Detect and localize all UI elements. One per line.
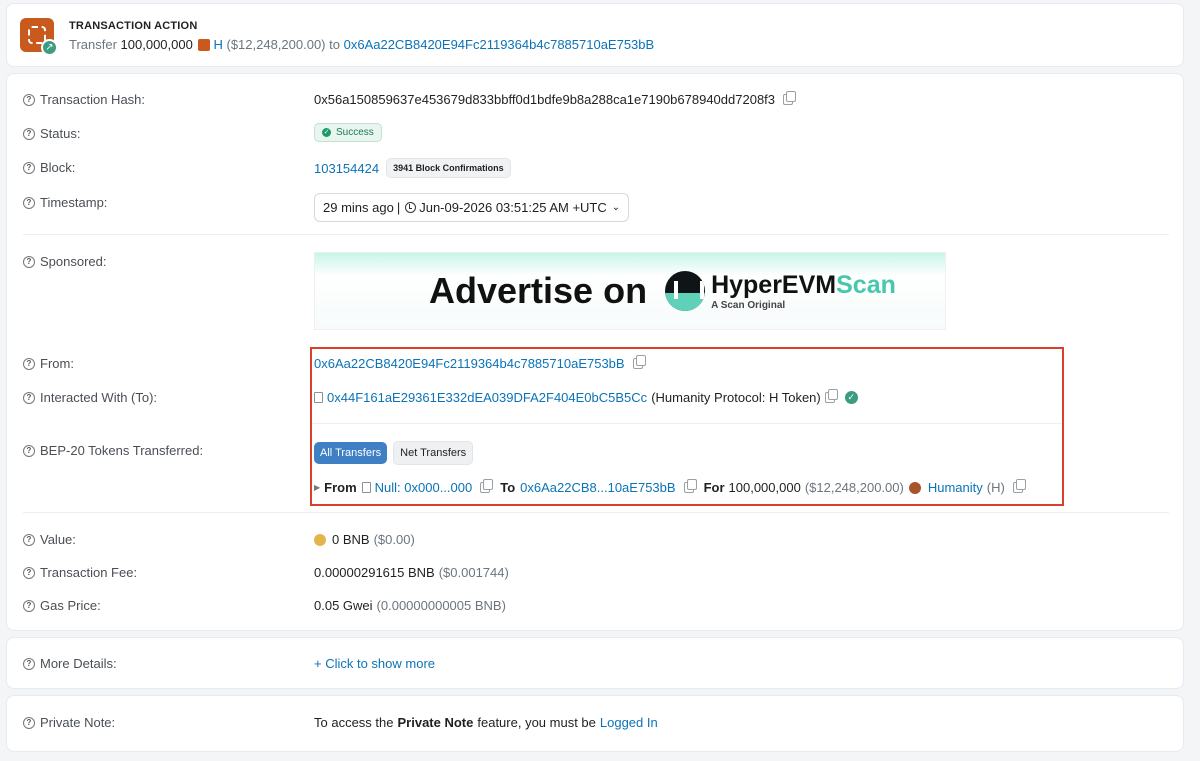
timestamp-dropdown[interactable]: 29 mins ago | Jun-09-2026 03:51:25 AM +U… [314,193,630,222]
to-label: ? Interacted With (To): [23,390,157,405]
check-circle-icon: ✓ [322,128,331,137]
help-icon[interactable]: ? [23,657,35,670]
ad-headline: Advertise on [429,270,648,311]
action-title: TRANSACTION ACTION [69,20,198,32]
block-label: ? Block: [23,160,75,175]
help-icon[interactable]: ? [23,599,35,612]
help-icon[interactable]: ? [23,255,35,268]
block-confirmations-badge: 3941 Block Confirmations [386,158,511,178]
tx-hash-value: 0x56a150859637e453679d833bbff0d1bdfe9b8a… [314,91,797,107]
clock-icon [405,202,417,213]
value-label: ? Value: [23,532,76,547]
copy-icon[interactable] [783,91,797,105]
divider [23,234,1169,235]
help-icon[interactable]: ? [23,357,35,370]
status-label: ? Status: [23,126,80,141]
chevron-down-icon: ⌄ [611,202,621,213]
more-details-label: ? More Details: [23,656,117,671]
value-value: 0 BNB ($0.00) [314,532,415,547]
timestamp-value: 29 mins ago | Jun-09-2026 03:51:25 AM +U… [314,193,630,222]
arrow-up-right-icon: ↗ [41,39,58,56]
timestamp-label: ? Timestamp: [23,195,107,210]
status-badge: ✓ Success [314,123,382,142]
h-token-icon [198,39,211,51]
help-icon[interactable]: ? [23,196,35,209]
action-to-word: to [329,37,340,52]
action-usd-value: ($12,248,200.00) [226,37,326,52]
transaction-action-icon: ↗ [20,18,58,56]
action-verb: Transfer [69,37,117,52]
status-value: ✓ Success [314,123,382,142]
tokens-label: ? BEP-20 Tokens Transferred: [23,443,203,458]
block-value: 103154424 3941 Block Confirmations [314,158,511,178]
action-token-link[interactable]: H [213,37,222,52]
action-summary: Transfer 100,000,000 H ($12,248,200.00) … [69,37,654,52]
help-icon[interactable]: ? [23,444,35,457]
help-icon[interactable]: ? [23,716,35,729]
help-icon[interactable]: ? [23,566,35,579]
from-label: ? From: [23,356,74,371]
fee-value: 0.00000291615 BNB ($0.001744) [314,565,509,580]
action-amount: 100,000,000 [120,37,193,52]
transaction-details-card: ? Transaction Hash: 0x56a150859637e453679… [6,73,1184,631]
divider [23,512,1169,513]
private-note-message: To access the Private Note feature, you … [314,715,658,730]
gas-value: 0.05 Gwei (0.00000000005 BNB) [314,598,506,613]
gas-label: ? Gas Price: [23,598,101,613]
sponsored-banner[interactable]: Advertise on HyperEVMScan A Scan Origina… [314,252,946,330]
show-more-button[interactable]: + Click to show more [314,656,435,671]
hyperevmscan-logo-icon [665,271,706,311]
bnb-coin-icon [314,533,326,546]
help-icon[interactable]: ? [23,391,35,404]
more-details-card: ? More Details: + Click to show more [6,637,1184,689]
login-link[interactable]: Logged In [600,715,658,730]
private-note-label: ? Private Note: [23,715,115,730]
tx-hash-label: ? Transaction Hash: [23,92,145,107]
transaction-action-card: ↗ TRANSACTION ACTION Transfer 100,000,00… [6,3,1184,67]
block-number-link[interactable]: 103154424 [314,161,379,176]
action-to-address-link[interactable]: 0x6Aa22CB8420E94Fc2119364b4c7885710aE753… [344,37,655,52]
help-icon[interactable]: ? [23,161,35,174]
help-icon[interactable]: ? [23,533,35,546]
private-note-card: ? Private Note: To access the Private Not… [6,695,1184,752]
highlight-box [310,347,1064,506]
fee-label: ? Transaction Fee: [23,565,137,580]
ad-brand: HyperEVMScan A Scan Original [711,271,896,311]
help-icon[interactable]: ? [23,93,35,106]
sponsored-label: ? Sponsored: [23,254,107,269]
help-icon[interactable]: ? [23,127,35,140]
